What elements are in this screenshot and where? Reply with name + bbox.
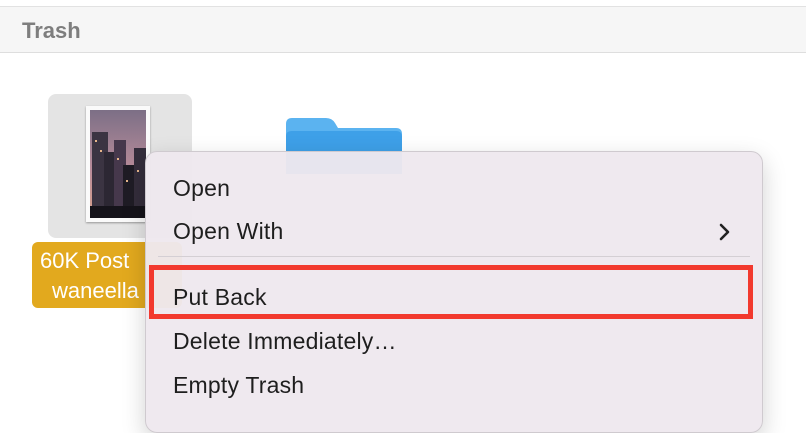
window-title: Trash	[22, 18, 81, 43]
window-top-edge	[0, 0, 806, 7]
file-thumbnail[interactable]	[86, 106, 150, 222]
menu-item-open-with-label: Open With	[173, 218, 284, 244]
menu-item-open-with[interactable]: Open With	[146, 210, 762, 250]
menu-item-empty-trash-label: Empty Trash	[173, 372, 305, 398]
menu-divider	[158, 256, 750, 257]
menu-item-delete-immediately[interactable]: Delete Immediately…	[146, 320, 762, 360]
menu-item-open-label: Open	[173, 175, 231, 201]
file-name-line-2: waneella	[52, 278, 139, 303]
menu-item-empty-trash[interactable]: Empty Trash	[146, 364, 762, 404]
put-back-highlight-box	[149, 265, 753, 319]
path-bar: Trash	[0, 7, 806, 53]
chevron-right-icon	[719, 223, 730, 241]
file-name-line-1: 60K Post	[40, 248, 130, 273]
menu-item-delete-immediately-label: Delete Immediately…	[173, 328, 397, 354]
menu-item-open[interactable]: Open	[146, 167, 762, 207]
city-image-icon	[90, 110, 146, 218]
